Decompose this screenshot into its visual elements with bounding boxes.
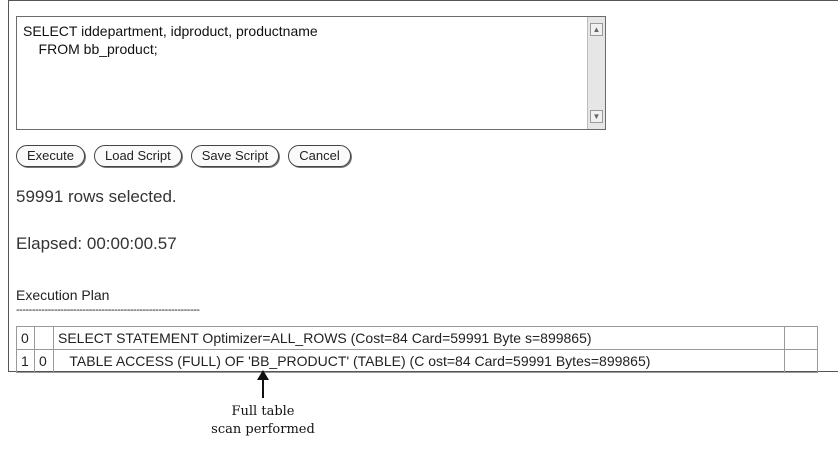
plan-operation-cell: SELECT STATEMENT Optimizer=ALL_ROWS (Cos… bbox=[53, 326, 785, 350]
plan-parent-cell: 0 bbox=[34, 349, 54, 373]
sql-editor[interactable]: SELECT iddepartment, idproduct, productn… bbox=[16, 16, 606, 130]
plan-id-cell: 0 bbox=[16, 326, 35, 350]
arrow-line bbox=[262, 378, 264, 398]
execution-plan-table: 0 SELECT STATEMENT Optimizer=ALL_ROWS (C… bbox=[16, 326, 818, 373]
save-script-button[interactable]: Save Script bbox=[190, 145, 280, 167]
plan-empty-cell bbox=[784, 349, 818, 373]
elapsed-text: Elapsed: 00:00:00.57 bbox=[16, 234, 177, 253]
rows-selected-text: 59991 rows selected. bbox=[16, 187, 177, 206]
sql-line-2: FROM bb_product; bbox=[23, 41, 158, 57]
table-row: 1 0 TABLE ACCESS (FULL) OF 'BB_PRODUCT' … bbox=[16, 349, 818, 373]
scroll-down-icon[interactable]: ▼ bbox=[590, 110, 603, 123]
annotation-line-2: scan performed bbox=[211, 422, 315, 437]
sql-line-1: SELECT iddepartment, idproduct, productn… bbox=[23, 23, 318, 39]
cancel-button[interactable]: Cancel bbox=[288, 145, 351, 167]
plan-operation-cell: TABLE ACCESS (FULL) OF 'BB_PRODUCT' (TAB… bbox=[53, 349, 785, 373]
action-buttons: Execute Load Script Save Script Cancel bbox=[16, 145, 351, 167]
sql-text[interactable]: SELECT iddepartment, idproduct, productn… bbox=[17, 17, 605, 63]
editor-scrollbar[interactable]: ▲ ▼ bbox=[587, 17, 605, 129]
table-row: 0 SELECT STATEMENT Optimizer=ALL_ROWS (C… bbox=[16, 326, 818, 350]
plan-parent-cell bbox=[34, 326, 54, 350]
execution-plan-title: Execution Plan bbox=[16, 287, 110, 303]
plan-empty-cell bbox=[784, 326, 818, 350]
annotation-callout: Full table scan performed bbox=[203, 403, 323, 439]
scroll-up-icon[interactable]: ▲ bbox=[590, 23, 603, 36]
plan-separator: ----------------------------------------… bbox=[16, 304, 200, 316]
load-script-button[interactable]: Load Script bbox=[93, 145, 182, 167]
annotation-line-1: Full table bbox=[231, 404, 295, 419]
execute-button[interactable]: Execute bbox=[16, 145, 85, 167]
plan-id-cell: 1 bbox=[16, 349, 35, 373]
